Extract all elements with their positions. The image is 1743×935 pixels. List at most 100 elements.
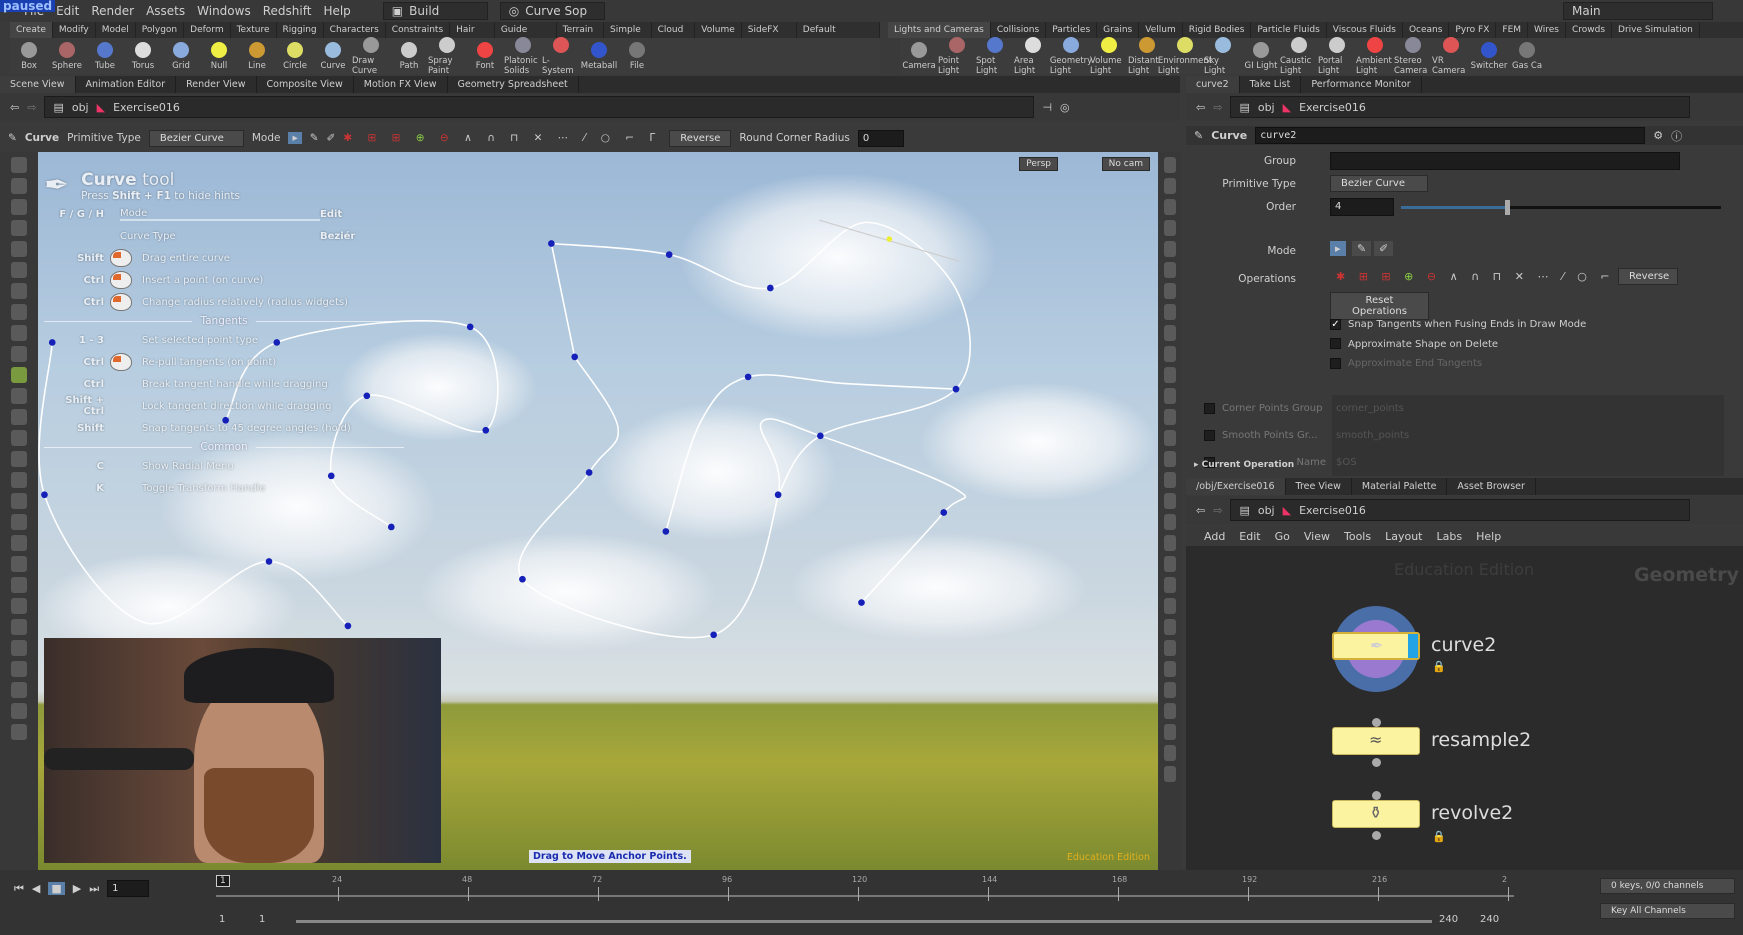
tab[interactable]: Performance Monitor — [1301, 76, 1422, 93]
shelf-tool[interactable]: Tube — [86, 41, 124, 71]
name-field[interactable]: $OS — [1332, 449, 1724, 476]
tool-button[interactable] — [11, 430, 27, 446]
shelf-tool[interactable]: Ambient Light — [1356, 36, 1394, 76]
back-arrow-icon[interactable]: ⇦ — [1196, 101, 1205, 114]
tool-button[interactable] — [11, 619, 27, 635]
display-option-button[interactable] — [1164, 556, 1176, 572]
tab[interactable]: Create — [10, 22, 53, 38]
freehand-mode-icon[interactable]: ✐ — [1374, 241, 1394, 256]
shelf-tool[interactable]: Platonic Solids — [504, 36, 542, 76]
display-option-button[interactable] — [1164, 199, 1176, 215]
draw-mode-icon[interactable]: ✎ — [1352, 241, 1372, 256]
shelf-tool[interactable]: Switcher — [1470, 41, 1508, 71]
shelf-tool[interactable]: Sky Light — [1204, 36, 1242, 76]
display-option-button[interactable] — [1164, 451, 1176, 467]
tool-button[interactable] — [11, 199, 27, 215]
display-option-button[interactable] — [1164, 682, 1176, 698]
tab[interactable]: SideFX Labs — [742, 22, 797, 51]
display-option-button[interactable] — [1164, 619, 1176, 635]
tab[interactable]: Motion FX View — [354, 76, 448, 93]
tool-button[interactable] — [11, 346, 27, 362]
select-mode-icon[interactable]: ▸ — [288, 132, 302, 144]
frame-field[interactable]: 1 — [107, 880, 150, 897]
time-ruler[interactable]: 1 24 48 72 96 120 144 168 192 216 2 — [216, 875, 1514, 903]
help-icon[interactable]: ⓘ — [1671, 128, 1682, 144]
play-icon[interactable]: ▶ — [73, 882, 81, 895]
tab[interactable]: Material Palette — [1352, 478, 1448, 495]
tab[interactable]: Default Redshift Li... — [797, 22, 881, 51]
key-all-channels-button[interactable]: Key All Channels — [1600, 903, 1735, 919]
smooth-checkbox[interactable] — [1204, 430, 1215, 441]
tab[interactable]: Geometry Spreadsheet — [448, 76, 579, 93]
tool-button[interactable] — [11, 367, 27, 383]
shelf-tool[interactable]: Caustic Light — [1280, 36, 1318, 76]
display-option-button[interactable] — [1164, 262, 1176, 278]
shelf-tool[interactable]: Path — [390, 41, 428, 71]
forward-arrow-icon[interactable]: ⇨ — [1213, 101, 1222, 114]
tool-button[interactable] — [11, 514, 27, 530]
order-slider[interactable] — [1401, 200, 1721, 215]
tab[interactable]: Scene View — [0, 76, 76, 93]
menu-windows[interactable]: Windows — [197, 4, 251, 18]
display-option-button[interactable] — [1164, 640, 1176, 656]
tab[interactable]: Drive Simulation — [1612, 22, 1700, 38]
shelf-tool[interactable]: Spray Paint — [428, 36, 466, 76]
display-option-button[interactable] — [1164, 472, 1176, 488]
persp-menu[interactable]: Persp — [1019, 157, 1058, 171]
freehand-mode-icon[interactable]: ✐ — [327, 132, 336, 144]
node-revolve2[interactable]: ⚱ — [1332, 800, 1420, 828]
tool-button[interactable] — [11, 262, 27, 278]
tab[interactable]: Polygon — [136, 22, 185, 38]
shelf-tool[interactable]: Camera — [900, 41, 938, 71]
network-menu-item[interactable]: Layout — [1385, 530, 1422, 543]
tab[interactable]: Composite View — [257, 76, 354, 93]
path-root[interactable]: obj — [72, 101, 89, 114]
tab[interactable]: Deform — [184, 22, 231, 38]
range-end[interactable]: 240 — [1439, 914, 1458, 925]
reverse-button[interactable]: Reverse — [669, 129, 732, 147]
display-option-button[interactable] — [1164, 745, 1176, 761]
display-option-button[interactable] — [1164, 241, 1176, 257]
shelf-tool[interactable]: Curve — [314, 41, 352, 71]
shelf-tool[interactable]: VR Camera — [1432, 36, 1470, 76]
shelf-tool[interactable]: Box — [10, 41, 48, 71]
tab[interactable]: /obj/Exercise016 — [1186, 478, 1286, 495]
shelf-tool[interactable]: Portal Light — [1318, 36, 1356, 76]
play-reverse-icon[interactable]: ◀ — [32, 882, 40, 895]
range-start-2[interactable]: 1 — [259, 914, 265, 925]
shelf-tool[interactable]: Area Light — [1014, 36, 1052, 76]
display-option-button[interactable] — [1164, 178, 1176, 194]
path-breadcrumb[interactable]: ▤ obj ◣ Exercise016 — [1230, 96, 1691, 118]
corner-field[interactable]: corner_points — [1332, 395, 1724, 422]
shelf-tool[interactable]: Gas Ca — [1508, 41, 1546, 71]
range-end-2[interactable]: 240 — [1480, 914, 1499, 925]
display-option-button[interactable] — [1164, 388, 1176, 404]
tool-button[interactable] — [11, 682, 27, 698]
operations-icons[interactable]: ✱ ⊞ ⊞ ⊕ ⊖ ∧ ∩ ⊓ ✕ ⋯ ⁄ ○ ⌐ Γ — [343, 132, 661, 144]
link-icon[interactable]: ◎ — [1060, 101, 1070, 114]
menu-help[interactable]: Help — [323, 4, 350, 18]
current-operation-folder[interactable]: ▸ Current Operation — [1194, 460, 1294, 470]
path-root[interactable]: obj — [1258, 101, 1275, 114]
shelf-tool[interactable]: Font — [466, 41, 504, 71]
shelf-tool[interactable]: File — [618, 41, 656, 71]
path-breadcrumb[interactable]: ▤ obj ◣ Exercise016 — [1230, 499, 1691, 521]
display-option-button[interactable] — [1164, 514, 1176, 530]
display-option-button[interactable] — [1164, 346, 1176, 362]
path-node[interactable]: Exercise016 — [1299, 504, 1366, 517]
display-option-button[interactable] — [1164, 766, 1176, 782]
tab[interactable]: Take List — [1240, 76, 1302, 93]
display-option-button[interactable] — [1164, 493, 1176, 509]
context-select[interactable]: ◎ Curve Sop — [499, 2, 605, 20]
tool-button[interactable] — [11, 493, 27, 509]
current-frame-marker[interactable]: 1 — [216, 875, 230, 887]
prim-type-select[interactable]: Bezier Curve — [1330, 175, 1428, 192]
display-option-button[interactable] — [1164, 535, 1176, 551]
keys-channels-menu[interactable]: 0 keys, 0/0 channels — [1600, 878, 1735, 894]
tool-button[interactable] — [11, 325, 27, 341]
draw-mode-icon[interactable]: ✎ — [310, 132, 319, 144]
shelf-tool[interactable]: Torus — [124, 41, 162, 71]
display-option-button[interactable] — [1164, 598, 1176, 614]
tool-button[interactable] — [11, 661, 27, 677]
tool-button[interactable] — [11, 178, 27, 194]
